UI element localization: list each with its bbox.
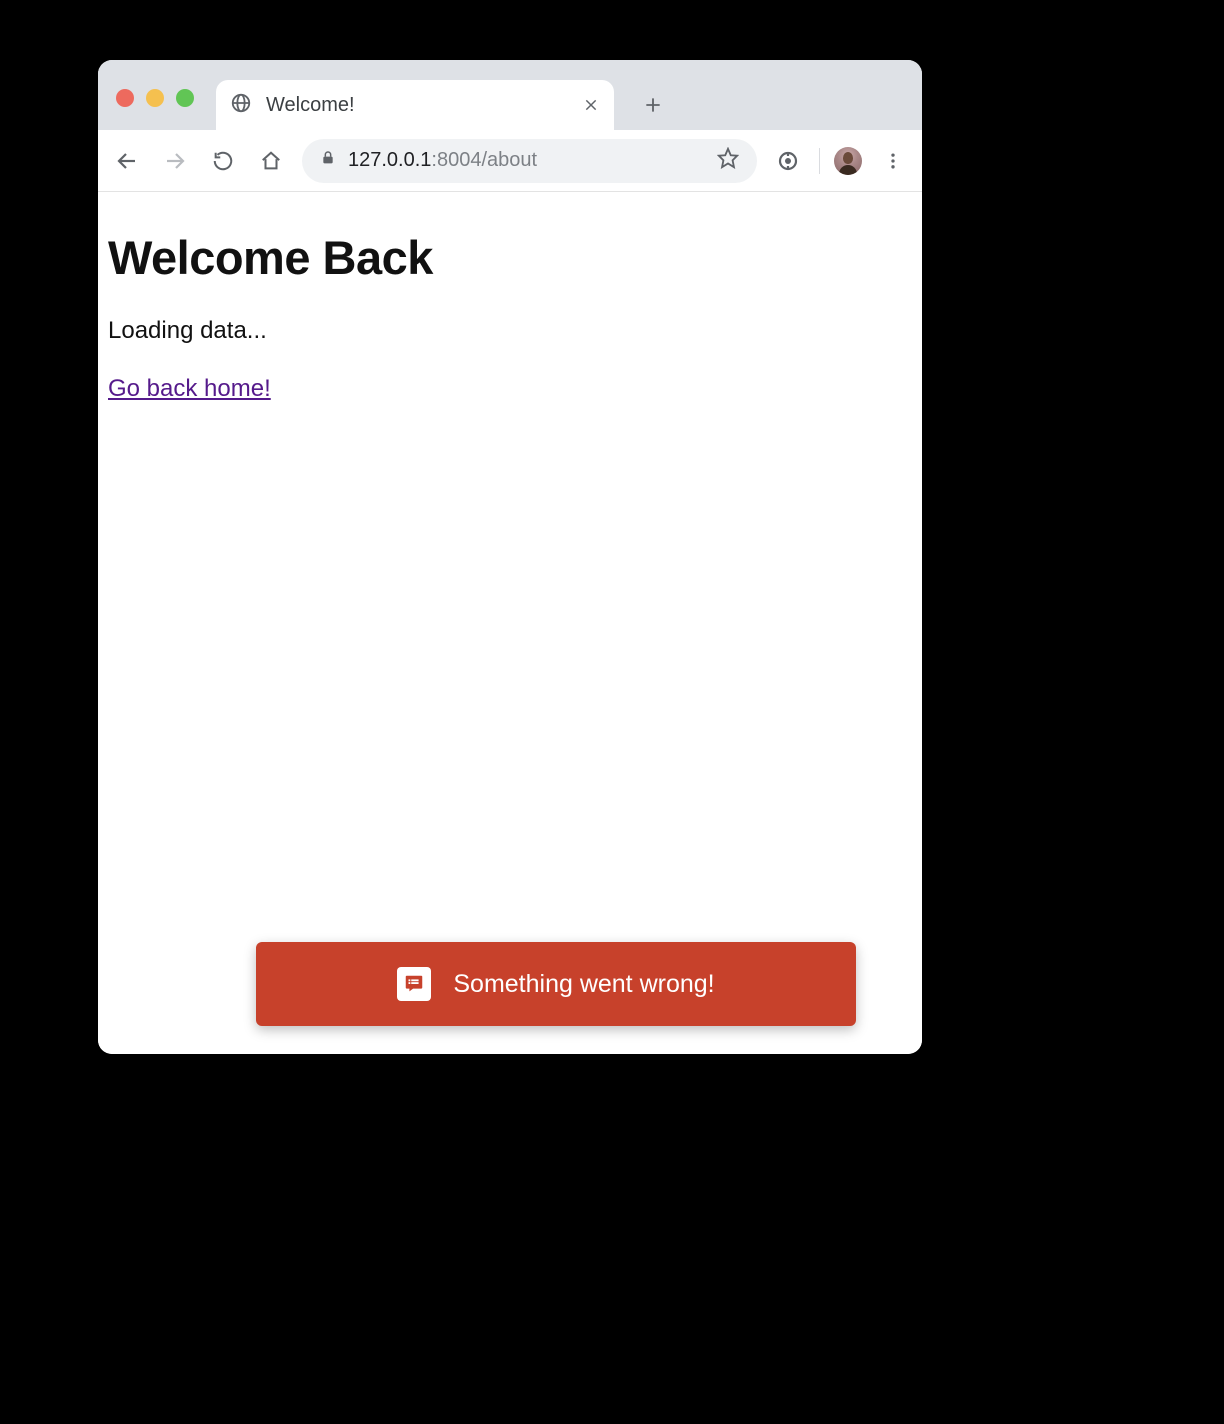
tab-close-button[interactable] [582,96,600,114]
titlebar: Welcome! [98,60,922,130]
bookmark-star-icon[interactable] [717,147,739,175]
window-maximize-button[interactable] [176,89,194,107]
address-bar[interactable]: 127.0.0.1:8004/about [302,139,757,183]
go-home-link[interactable]: Go back home! [108,375,271,402]
forward-button[interactable] [158,144,192,178]
profile-avatar[interactable] [834,147,862,175]
error-snackbar[interactable]: Something went wrong! [256,942,856,1026]
lock-icon [320,149,336,172]
reload-button[interactable] [206,144,240,178]
extensions-button[interactable] [771,144,805,178]
page-heading: Welcome Back [108,230,912,285]
toolbar-separator [819,148,820,174]
url-path: :8004/about [431,149,537,171]
url-host: 127.0.0.1 [348,149,431,171]
new-tab-button[interactable] [634,86,672,124]
tab-title: Welcome! [266,94,568,117]
browser-window: Welcome! [98,60,922,1054]
url-text: 127.0.0.1:8004/about [348,149,537,172]
toolbar: 127.0.0.1:8004/about [98,130,922,192]
back-button[interactable] [110,144,144,178]
loading-text: Loading data... [108,317,912,345]
menu-button[interactable] [876,144,910,178]
window-close-button[interactable] [116,89,134,107]
browser-tab[interactable]: Welcome! [216,80,614,130]
home-button[interactable] [254,144,288,178]
speaker-notes-icon [397,967,431,1001]
globe-icon [230,92,252,119]
window-minimize-button[interactable] [146,89,164,107]
page-content: Welcome Back Loading data... Go back hom… [98,192,922,1054]
snackbar-message: Something went wrong! [453,970,714,999]
window-controls [116,89,194,107]
